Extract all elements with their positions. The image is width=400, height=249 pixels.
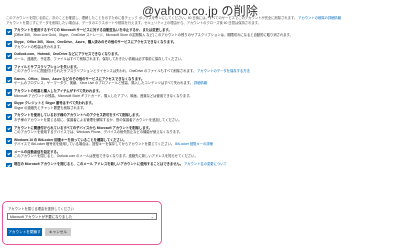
chevron-down-icon: ⌄ (150, 214, 154, 219)
reason-selected-value: Microsoft アカウントが不要になりました (10, 215, 73, 219)
checkbox-checked-icon[interactable] (6, 101, 13, 108)
close-account-button[interactable]: アカウントを閉鎖する (7, 228, 42, 242)
checklist-item: 現在の Microsoft アカウントを閉じると、このメール アドレスを新しいア… (6, 162, 396, 167)
learn-more-link[interactable]: アカウントの削除の詳細情報 (298, 16, 341, 20)
intro-text: このアカウントを閉じる前に、次のことを確認し、理解したことを示すために各チェック… (6, 16, 394, 26)
checklist-item: Games、Office、Xbox、Azure などのその他のサービスにアクセス… (6, 77, 396, 86)
checklist-item: メールの自動返信を設定する。 このアカウントを閉じると、Outlook.com … (6, 150, 396, 159)
save-data-link[interactable]: アカウントのデータを保存する方法 (197, 69, 250, 73)
checklist-item: Skype、Office 365、Xbox、OneDrive、Azure、購入済… (6, 40, 396, 49)
acknowledgement-checklist: アカウントを使用するすべての Microsoft サービスに対する自動支払いを中… (6, 28, 396, 170)
checklist-item: Windows 10 の BitLocker 回復キーを持っていることを確認して… (6, 138, 396, 147)
checklist-item: アカウントを使用しているお子様のアカウントへのアクセス許可をすべて削除します。 … (6, 113, 396, 122)
checkbox-checked-icon[interactable] (6, 138, 13, 145)
checklist-item: Outlook.com、Hotmail、OneDrive などにアクセスできなく… (6, 52, 396, 61)
details-link[interactable]: 詳細情報 (194, 81, 207, 85)
checkbox-checked-icon[interactable] (6, 162, 13, 167)
checkbox-checked-icon[interactable] (6, 89, 13, 96)
checklist-item: Skype クレジットと Skype 番号はすべて失われます。 Skype の連… (6, 101, 396, 110)
intro-line-2: アカウントを閉じずにデータを削除したい場合は、データのエクスポートや削除を行えま… (6, 20, 261, 25)
checklist-item: アカウントの残高と購入したアイテムがすべて失われます。 Microsoft アカ… (6, 89, 396, 98)
rename-account-link[interactable]: アカウント名の変更について (184, 162, 227, 166)
checklist-item: アカウントに関連付けられているすべてのデバイスから Microsoft アカウン… (6, 126, 396, 135)
checkbox-checked-icon[interactable] (6, 126, 13, 133)
checkbox-checked-icon[interactable] (6, 77, 13, 84)
checklist-item: アカウントを使用するすべての Microsoft サービスに対する自動支払いを中… (6, 28, 396, 37)
checklist-item: ファイルとサブスクリプションを失います。 このアカウントに関連付けられたサブスク… (6, 65, 396, 74)
reason-label: アカウントを閉じる理由を選択してください (8, 207, 74, 211)
bitlocker-link[interactable]: BitLocker 回復キーの詳細 (175, 142, 213, 146)
checkbox-checked-icon[interactable] (6, 113, 13, 120)
cancel-button[interactable]: キャンセル (45, 228, 71, 236)
checkbox-checked-icon[interactable] (6, 150, 13, 157)
checkbox-checked-icon[interactable] (6, 40, 13, 47)
checkbox-checked-icon[interactable] (6, 65, 13, 72)
checkbox-checked-icon[interactable] (6, 52, 13, 60)
reason-select[interactable]: Microsoft アカウントが不要になりました ⌄ (7, 213, 157, 220)
checkbox-checked-icon[interactable] (6, 28, 13, 35)
